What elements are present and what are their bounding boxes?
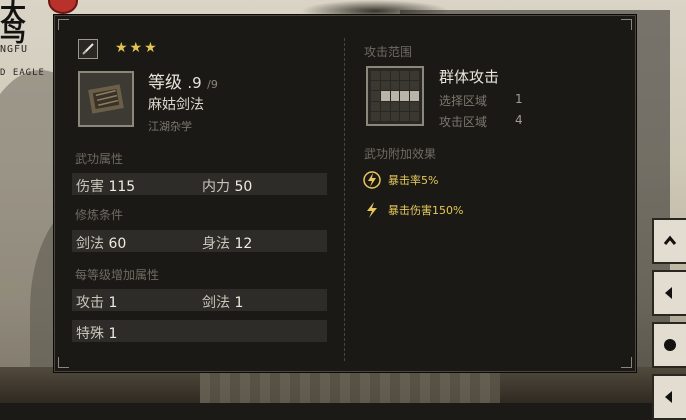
effect-crit-damage: 暴击伤害150% (362, 200, 463, 220)
stat-value: 1 (108, 295, 118, 311)
stat-label: 攻击 (76, 295, 104, 311)
stat-label: 剑法 (202, 295, 230, 311)
stat-value: 12 (234, 236, 253, 252)
side-action-button[interactable] (652, 270, 686, 316)
lightning-icon (362, 200, 382, 220)
stat-label: 伤害 (76, 179, 104, 195)
frame-corner (621, 357, 632, 368)
skill-category: 江湖杂学 (148, 120, 192, 133)
rarity-stars: ★★★ (115, 40, 159, 56)
level-max: /9 (207, 78, 218, 91)
scroll-up-button[interactable] (652, 218, 686, 264)
side-action-button[interactable] (652, 374, 686, 420)
side-action-button[interactable] (652, 322, 686, 368)
attack-area-row: 攻击区域 4 (439, 113, 523, 130)
frame-corner (58, 19, 69, 30)
req-agility: 身法 12 (202, 233, 252, 253)
sword-icon (78, 39, 98, 59)
stat-value: 1 (108, 326, 118, 342)
section-title-range: 攻击范围 (364, 45, 413, 59)
attack-area-label: 攻击区域 (439, 115, 488, 129)
frame-corner (621, 19, 632, 30)
fist-icon (664, 339, 676, 351)
range-name: 群体攻击 (439, 68, 500, 86)
lightning-icon (362, 170, 382, 190)
stat-damage: 伤害 115 (76, 176, 135, 196)
stat-value: 1 (234, 295, 244, 311)
effect-crit-rate: 暴击率5% (362, 170, 438, 190)
logo-subtitle: NGFU (0, 44, 29, 55)
skill-tooltip: ★★★ 等级 .9 /9 麻姑剑法 江湖杂学 武功属性 伤害 115 内力 50… (54, 15, 636, 372)
level-label: 等级 (148, 73, 182, 93)
select-area-value: 1 (515, 92, 523, 106)
stat-row: 特殊 1 (72, 320, 327, 342)
per-level-special: 特殊 1 (76, 323, 117, 343)
level-value: .9 (187, 74, 202, 92)
per-level-attack: 攻击 1 (76, 292, 117, 312)
section-title-requirements: 修炼条件 (75, 208, 124, 222)
stat-row: 剑法 60 身法 12 (72, 230, 327, 252)
stat-label: 身法 (202, 236, 230, 252)
logo-subtitle: D EAGLE (0, 68, 45, 78)
column-divider (344, 38, 345, 361)
select-area-label: 选择区域 (439, 94, 488, 108)
arrow-left-icon (665, 287, 672, 299)
req-sword: 剑法 60 (76, 233, 126, 253)
effect-text: 暴击率5% (388, 174, 439, 187)
attack-range-grid (366, 66, 424, 126)
section-title-attributes: 武功属性 (75, 152, 124, 166)
section-title-per-level: 每等级增加属性 (75, 268, 160, 282)
stat-value: 60 (108, 236, 127, 252)
skill-level: 等级 .9 /9 (148, 68, 218, 93)
stone-road (200, 367, 500, 403)
stat-row: 伤害 115 内力 50 (72, 173, 327, 195)
stat-value: 115 (108, 179, 136, 195)
stat-label: 特殊 (76, 326, 104, 342)
skill-name: 麻姑剑法 (148, 97, 204, 113)
stat-label: 内力 (202, 179, 230, 195)
frame-corner (58, 357, 69, 368)
stat-label: 剑法 (76, 236, 104, 252)
stat-row: 攻击 1 剑法 1 (72, 289, 327, 311)
attack-area-value: 4 (515, 113, 523, 127)
stat-inner-power: 内力 50 (202, 176, 252, 196)
scroll-book-icon (78, 71, 134, 127)
chevron-up-icon (663, 235, 677, 245)
section-title-effects: 武功附加效果 (364, 147, 437, 161)
select-area-row: 选择区域 1 (439, 92, 523, 109)
effect-text: 暴击伤害150% (388, 204, 464, 217)
per-level-sword: 剑法 1 (202, 292, 243, 312)
stat-value: 50 (234, 179, 253, 195)
